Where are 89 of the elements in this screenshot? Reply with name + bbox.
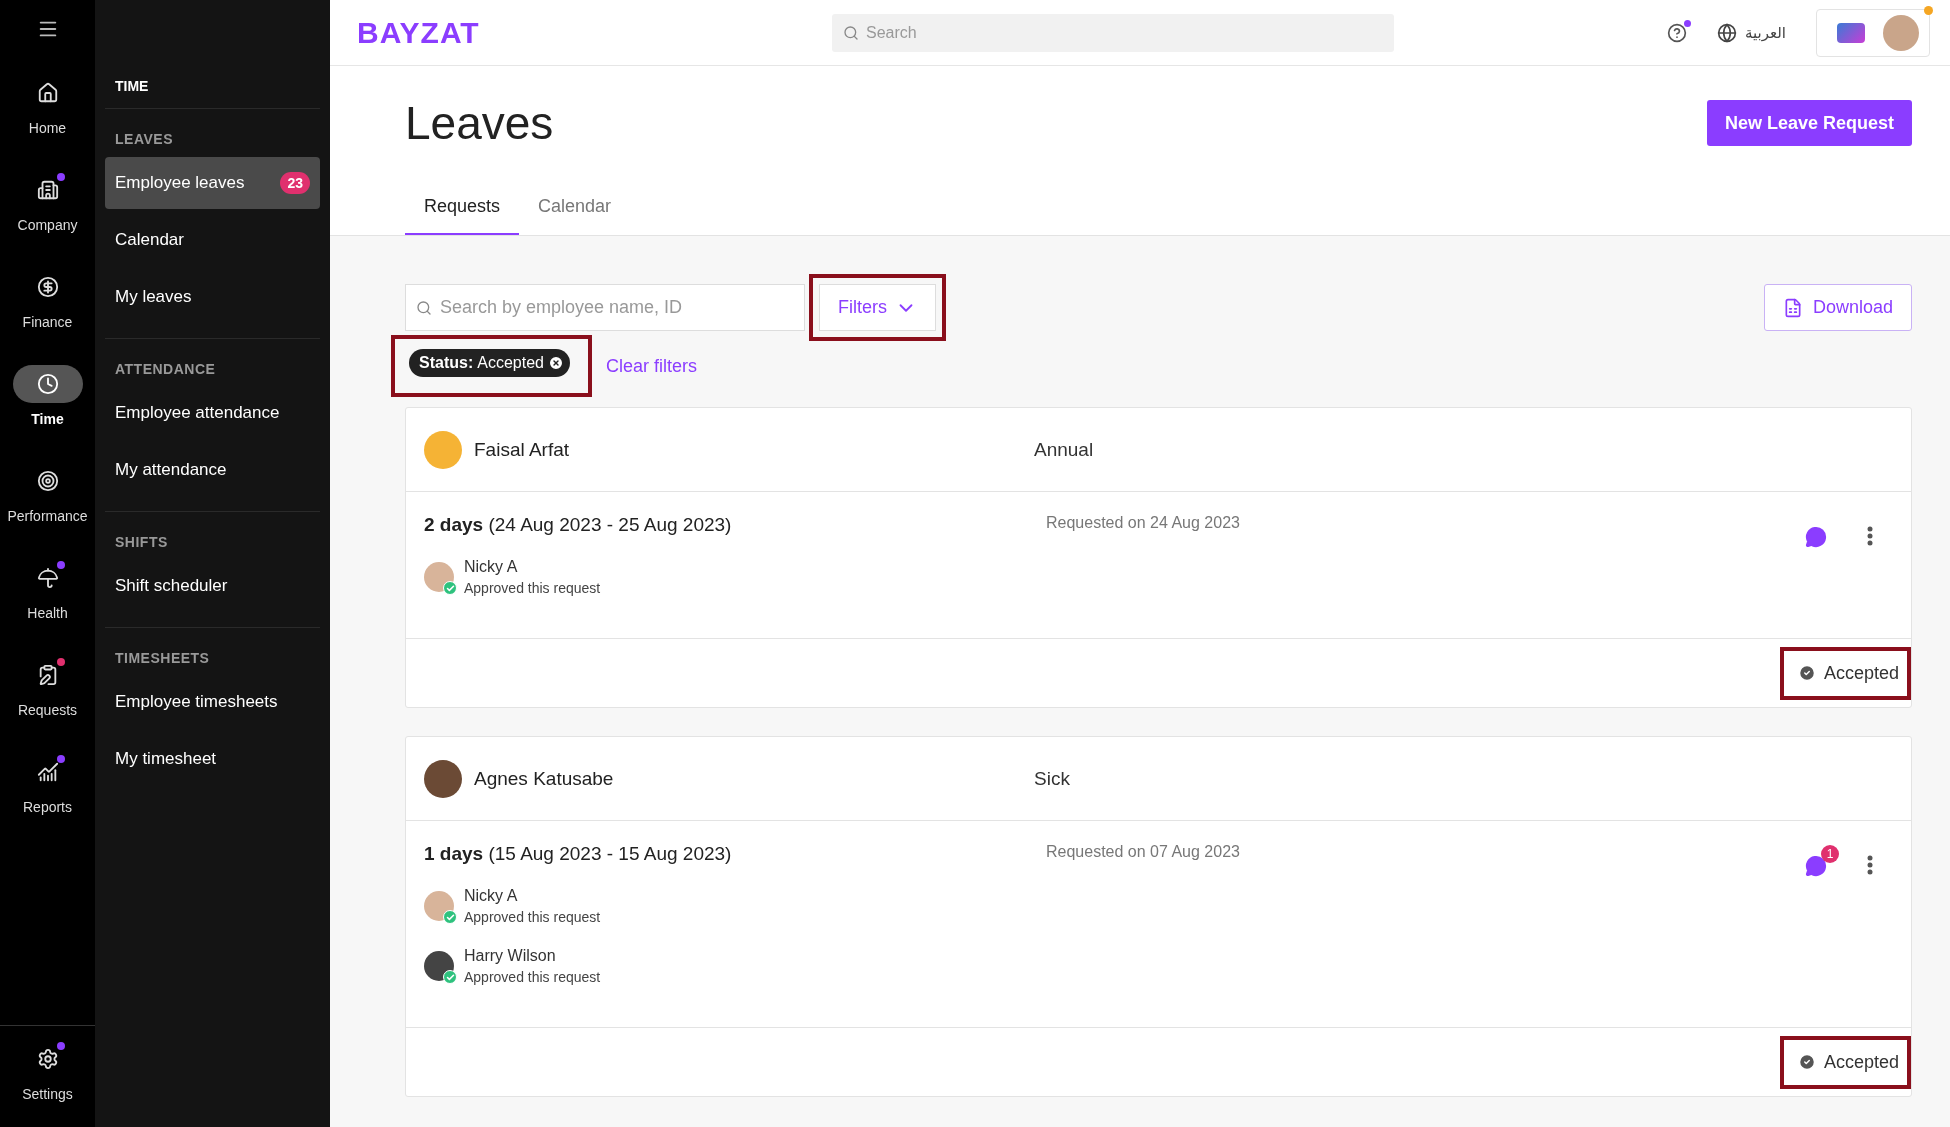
group-heading: LEAVES <box>114 130 174 149</box>
submenu-item[interactable]: My attendance <box>105 444 320 496</box>
avatar <box>424 759 462 798</box>
leave-duration: 1 days (15 Aug 2023 - 15 Aug 2023) <box>424 843 733 865</box>
submenu-item[interactable]: My timesheet <box>105 733 320 785</box>
leave-duration: 2 days (24 Aug 2023 - 25 Aug 2023) <box>424 514 733 536</box>
approver-name: Nicky A <box>464 558 519 576</box>
check-icon <box>443 910 457 924</box>
approval-note: Approved this request <box>464 909 601 925</box>
submenu-label: Calendar <box>115 230 184 250</box>
rail-nav-item[interactable]: Performance <box>0 452 95 534</box>
rail-nav-item[interactable]: Reports <box>0 743 95 825</box>
submenu-label: My attendance <box>115 460 227 480</box>
approval-note: Approved this request <box>464 969 601 985</box>
rail-nav-item[interactable]: Health <box>0 549 95 631</box>
nav-icon <box>36 567 59 589</box>
avatar <box>1883 14 1919 51</box>
submenu-label: Employee timesheets <box>115 692 278 712</box>
group-heading: TIMESHEETS <box>114 649 211 668</box>
leave-type: Annual <box>1034 438 1094 461</box>
check-icon <box>443 581 457 595</box>
nav-icon <box>36 373 59 395</box>
nav-icon <box>36 276 59 298</box>
approver-name: Nicky A <box>464 887 519 905</box>
more-icon <box>1867 526 1873 546</box>
company-logo <box>1837 22 1865 43</box>
nav-icon <box>36 179 59 201</box>
submenu-item[interactable]: Calendar <box>105 214 320 266</box>
submenu-item[interactable]: Employee timesheets <box>105 676 320 728</box>
remove-icon[interactable] <box>547 355 564 371</box>
check-circle-icon <box>1797 664 1816 682</box>
submenu-label: Employee attendance <box>115 403 280 423</box>
comment-count: 1 <box>1821 845 1839 863</box>
notification-dot <box>1684 19 1691 27</box>
search-field[interactable]: Search <box>832 13 1394 52</box>
submenu-item[interactable]: Employee attendance <box>105 387 320 439</box>
nav-icon <box>36 470 59 492</box>
submenu-item[interactable]: My leaves <box>105 271 320 323</box>
approval-note: Approved this request <box>464 580 601 596</box>
avatar <box>424 430 462 469</box>
submenu-label: My leaves <box>115 287 192 307</box>
status-filter-chip[interactable]: Status: Accepted <box>409 349 570 377</box>
status-label: Accepted <box>1789 1043 1907 1081</box>
group-heading: SHIFTS <box>114 533 169 552</box>
submenu-label: My timesheet <box>115 749 217 769</box>
submenu-item[interactable]: Shift scheduler <box>105 560 320 612</box>
requested-date: Requested on 24 Aug 2023 <box>1046 514 1241 533</box>
speech-bubble-icon <box>1805 855 1827 877</box>
more-icon <box>1867 855 1873 875</box>
comment-button[interactable] <box>1805 855 1827 877</box>
nav-icon <box>36 761 59 783</box>
submenu-item[interactable]: Employee leaves 23 <box>105 157 320 209</box>
group-heading: ATTENDANCE <box>114 360 217 379</box>
comment-button[interactable] <box>1805 526 1827 548</box>
submenu-label: Shift scheduler <box>115 576 228 596</box>
nav-icon <box>36 82 59 104</box>
section-title: TIME <box>105 0 320 109</box>
speech-bubble-icon <box>1805 526 1827 548</box>
language-button[interactable]: العربية <box>1711 21 1792 44</box>
more-button[interactable] <box>1867 855 1873 875</box>
count-badge: 23 <box>280 172 310 194</box>
page-title: Leaves <box>405 96 554 150</box>
submenu-label: Employee leaves <box>115 173 245 193</box>
check-circle-icon <box>1797 1053 1816 1071</box>
employee-name: Faisal Arfat <box>474 438 571 461</box>
approver-name: Harry Wilson <box>464 947 557 965</box>
more-button[interactable] <box>1867 526 1873 546</box>
check-icon <box>443 970 457 984</box>
requested-date: Requested on 07 Aug 2023 <box>1046 843 1241 862</box>
rail-nav-item[interactable]: Requests <box>0 646 95 728</box>
filters-button[interactable]: Filters <box>819 284 936 331</box>
tab[interactable]: Calendar <box>519 196 631 235</box>
globe-icon <box>1717 22 1737 43</box>
leave-type: Sick <box>1034 767 1070 790</box>
rail-nav-item[interactable]: Company <box>0 161 95 243</box>
help-icon[interactable] <box>1667 22 1687 43</box>
settings-icon <box>36 1048 59 1070</box>
account-button[interactable] <box>1816 8 1930 57</box>
rail-nav-item[interactable]: Time <box>0 355 95 437</box>
rail-nav-item[interactable]: Home <box>0 64 95 146</box>
status-dot <box>1924 5 1933 15</box>
rail-nav-item[interactable]: Finance <box>0 258 95 340</box>
download-button[interactable]: Download <box>1763 284 1912 331</box>
clear-filters-link[interactable]: Clear filters <box>605 355 697 377</box>
status-label: Accepted <box>1789 654 1907 692</box>
new-leave-request-button[interactable]: New Leave Request <box>1706 100 1912 146</box>
logo[interactable]: BAYZAT <box>357 15 832 50</box>
employee-search-field[interactable]: Search by employee name, ID <box>405 284 805 331</box>
employee-name: Agnes Katusabe <box>474 767 615 790</box>
